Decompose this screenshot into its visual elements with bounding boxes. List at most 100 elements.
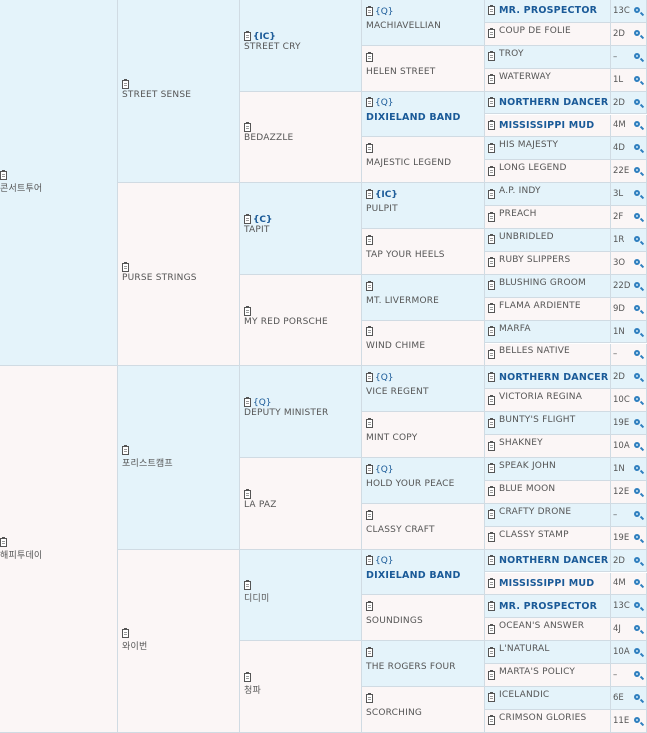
clipboard-icon[interactable] [488, 669, 495, 680]
clipboard-icon[interactable] [488, 234, 495, 245]
horse-name-link[interactable]: STREET SENSE [122, 90, 191, 100]
horse-name-link[interactable]: CRAFTY DRONE [499, 507, 571, 517]
horse-name-link[interactable]: MAJESTIC LEGEND [366, 158, 451, 168]
clipboard-icon[interactable] [488, 646, 495, 657]
horse-name-link[interactable]: MT. LIVERMORE [366, 296, 439, 306]
horse-name-link[interactable]: NORTHERN DANCER [499, 97, 608, 108]
horse-name-link[interactable]: VICE REGENT [366, 387, 429, 397]
clipboard-icon[interactable] [488, 440, 495, 451]
horse-name-link[interactable]: HELEN STREET [366, 67, 435, 77]
clipboard-icon[interactable] [488, 600, 495, 611]
horse-name-link[interactable]: PREACH [499, 209, 537, 219]
clipboard-icon[interactable] [122, 628, 129, 639]
horse-name-link[interactable]: HIS MAJESTY [499, 140, 558, 150]
clipboard-icon[interactable] [366, 143, 373, 154]
magnifier-icon[interactable] [631, 416, 645, 430]
clipboard-icon[interactable] [244, 488, 251, 499]
magnifier-icon[interactable] [631, 622, 645, 636]
magnifier-icon[interactable] [631, 347, 645, 361]
clipboard-icon[interactable] [122, 261, 129, 272]
clipboard-icon[interactable] [366, 692, 373, 703]
magnifier-icon[interactable] [631, 302, 645, 316]
horse-name-link[interactable]: MARFA [499, 324, 531, 334]
horse-name-link[interactable]: MISSISSIPPI MUD [499, 578, 594, 589]
horse-name-link[interactable]: BEDAZZLE [244, 133, 293, 143]
clipboard-icon[interactable] [366, 509, 373, 520]
horse-name-link[interactable]: DEPUTY MINISTER [244, 408, 328, 418]
horse-name-link[interactable]: NORTHERN DANCER [499, 555, 608, 566]
clipboard-icon[interactable] [488, 28, 495, 39]
clipboard-icon[interactable] [488, 509, 495, 520]
horse-name-link[interactable]: CRIMSON GLORIES [499, 713, 586, 723]
magnifier-icon[interactable] [631, 714, 645, 728]
horse-name-link[interactable]: SOUNDINGS [366, 616, 423, 626]
horse-name-link[interactable]: STREET CRY [244, 42, 301, 52]
magnifier-icon[interactable] [631, 462, 645, 476]
clipboard-icon[interactable] [366, 97, 373, 108]
magnifier-icon[interactable] [631, 531, 645, 545]
horse-name-link[interactable]: TROY [499, 49, 524, 59]
horse-name-link[interactable]: WATERWAY [499, 72, 551, 82]
clipboard-icon[interactable] [488, 326, 495, 337]
magnifier-icon[interactable] [631, 393, 645, 407]
clipboard-icon[interactable] [366, 555, 373, 566]
magnifier-icon[interactable] [631, 27, 645, 41]
horse-name-link[interactable]: 콘서트투어 [0, 181, 42, 194]
clipboard-icon[interactable] [366, 234, 373, 245]
horse-name-link[interactable]: MACHIAVELLIAN [366, 21, 441, 31]
horse-name-link[interactable]: 와이번 [122, 639, 147, 652]
magnifier-icon[interactable] [631, 141, 645, 155]
horse-name-link[interactable]: OCEAN'S ANSWER [499, 621, 584, 631]
clipboard-icon[interactable] [488, 371, 495, 382]
horse-name-link[interactable]: VICTORIA REGINA [499, 392, 582, 402]
clipboard-icon[interactable] [244, 580, 251, 591]
magnifier-icon[interactable] [631, 187, 645, 201]
magnifier-icon[interactable] [631, 233, 645, 247]
magnifier-icon[interactable] [631, 599, 645, 613]
magnifier-icon[interactable] [631, 4, 645, 18]
clipboard-icon[interactable] [366, 647, 373, 658]
clipboard-icon[interactable] [488, 280, 495, 291]
magnifier-icon[interactable] [631, 645, 645, 659]
horse-name-link[interactable]: SHAKNEY [499, 438, 543, 448]
horse-name-link[interactable]: MINT COPY [366, 433, 417, 443]
clipboard-icon[interactable] [488, 211, 495, 222]
horse-name-link[interactable]: TAP YOUR HEELS [366, 250, 445, 260]
horse-name-link[interactable]: L'NATURAL [499, 644, 550, 654]
horse-name-link[interactable]: 디디미 [244, 591, 269, 604]
clipboard-icon[interactable] [122, 444, 129, 455]
horse-name-link[interactable]: MARTA'S POLICY [499, 667, 575, 677]
clipboard-icon[interactable] [244, 122, 251, 133]
clipboard-icon[interactable] [488, 623, 495, 634]
horse-name-link[interactable]: 포리스트캠프 [122, 456, 173, 469]
clipboard-icon[interactable] [488, 51, 495, 62]
clipboard-icon[interactable] [488, 486, 495, 497]
magnifier-icon[interactable] [631, 370, 645, 384]
clipboard-icon[interactable] [366, 372, 373, 383]
clipboard-icon[interactable] [366, 5, 373, 16]
clipboard-icon[interactable] [488, 394, 495, 405]
magnifier-icon[interactable] [631, 279, 645, 293]
magnifier-icon[interactable] [631, 325, 645, 339]
clipboard-icon[interactable] [488, 97, 495, 108]
magnifier-icon[interactable] [631, 73, 645, 87]
clipboard-icon[interactable] [366, 189, 373, 200]
horse-name-link[interactable]: MR. PROSPECTOR [499, 601, 597, 612]
horse-name-link[interactable]: NORTHERN DANCER [499, 372, 608, 383]
clipboard-icon[interactable] [366, 51, 373, 62]
clipboard-icon[interactable] [0, 170, 7, 181]
clipboard-icon[interactable] [488, 257, 495, 268]
clipboard-icon[interactable] [244, 305, 251, 316]
horse-name-link[interactable]: MISSISSIPPI MUD [499, 120, 594, 131]
magnifier-icon[interactable] [631, 485, 645, 499]
horse-name-link[interactable]: PULPIT [366, 204, 398, 214]
horse-name-link[interactable]: CLASSY STAMP [499, 530, 569, 540]
horse-name-link[interactable]: TAPIT [244, 225, 272, 235]
clipboard-icon[interactable] [366, 418, 373, 429]
horse-name-link[interactable]: BUNTY'S FLIGHT [499, 415, 575, 425]
horse-name-link[interactable]: WIND CHIME [366, 341, 425, 351]
magnifier-icon[interactable] [631, 691, 645, 705]
clipboard-icon[interactable] [366, 280, 373, 291]
clipboard-icon[interactable] [122, 78, 129, 89]
clipboard-icon[interactable] [244, 213, 251, 224]
